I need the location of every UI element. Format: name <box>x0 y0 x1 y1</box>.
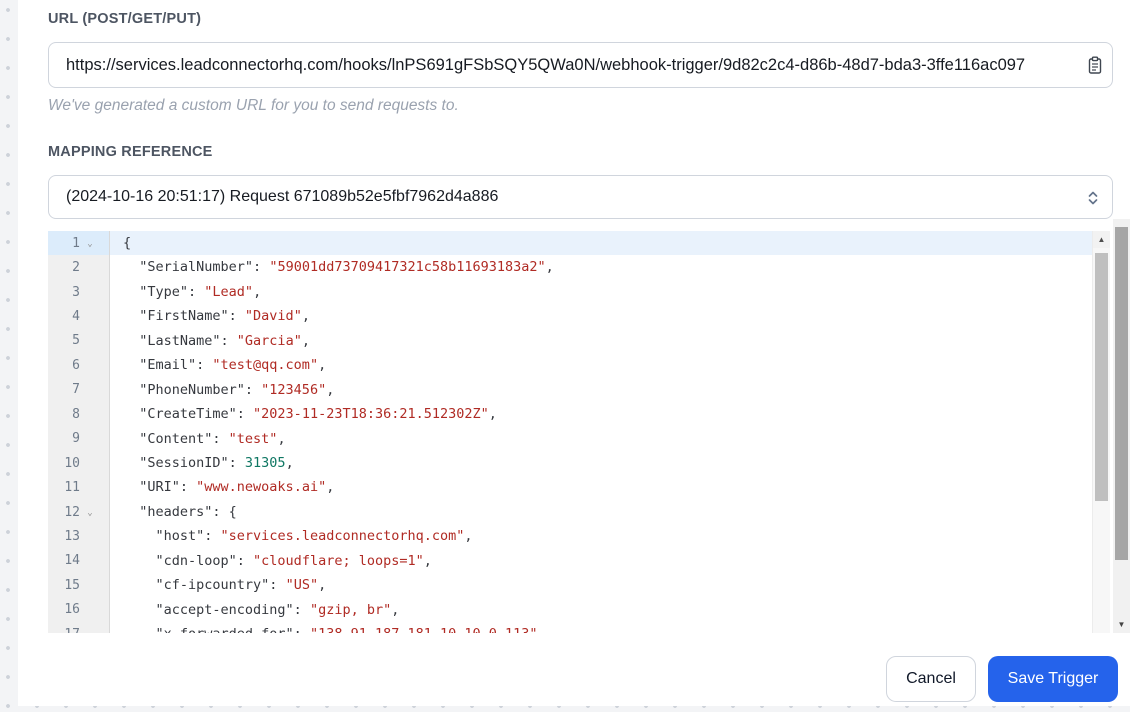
code-line[interactable]: "URI": "www.newoaks.ai", <box>110 475 1092 499</box>
code-line[interactable]: "Email": "test@qq.com", <box>110 353 1092 377</box>
editor-gutter: 1⌄ 2 3 4 5 6 7 8 9 10 11 12⌄ 13 14 15 16 17 <box>48 231 110 633</box>
line-number: 6 <box>72 357 80 373</box>
webhook-trigger-panel: URL (POST/GET/PUT) We've generated a cus… <box>18 0 1130 706</box>
copy-url-icon[interactable] <box>1085 55 1105 75</box>
scroll-down-arrow-icon[interactable]: ▼ <box>1113 616 1130 633</box>
editor-scrollbar[interactable]: ▲ <box>1092 231 1110 633</box>
line-number: 14 <box>64 553 80 569</box>
line-number: 7 <box>72 382 80 398</box>
line-number: 11 <box>64 480 80 496</box>
code-line[interactable]: { <box>110 231 1092 256</box>
code-line[interactable]: "headers": { <box>110 500 1092 524</box>
webhook-url-input[interactable] <box>48 42 1113 88</box>
panel-scrollbar-thumb[interactable] <box>1115 227 1128 560</box>
line-number: 10 <box>64 455 80 471</box>
line-number: 15 <box>64 577 80 593</box>
clipboard-icon <box>1088 56 1102 74</box>
panel-scrollbar[interactable]: ▼ <box>1113 219 1130 633</box>
line-number: 2 <box>72 260 80 276</box>
line-number: 5 <box>72 333 80 349</box>
line-number: 9 <box>72 431 80 447</box>
url-helper-text: We've generated a custom URL for you to … <box>48 97 459 114</box>
code-line[interactable]: "cf-ipcountry": "US", <box>110 573 1092 597</box>
mapping-reference-label: MAPPING REFERENCE <box>48 144 213 160</box>
save-trigger-button[interactable]: Save Trigger <box>988 656 1118 702</box>
line-number: 13 <box>64 528 80 544</box>
code-line[interactable]: "host": "services.leadconnectorhq.com", <box>110 524 1092 548</box>
mapping-reference-select[interactable]: (2024-10-16 20:51:17) Request 671089b52e… <box>48 175 1113 219</box>
line-number: 17 <box>48 622 109 633</box>
code-line[interactable]: "x-forwarded-for": "138.91.187.181,10.10… <box>110 622 1092 633</box>
code-line[interactable]: "CreateTime": "2023-11-23T18:36:21.51230… <box>110 402 1092 426</box>
json-code-editor[interactable]: 1⌄ 2 3 4 5 6 7 8 9 10 11 12⌄ 13 14 15 16 17 { "SerialNum… <box>48 231 1110 633</box>
code-line[interactable]: "PhoneNumber": "123456", <box>110 378 1092 402</box>
line-number: 1 ⌄ <box>48 231 109 256</box>
code-line[interactable]: "cdn-loop": "cloudflare; loops=1", <box>110 549 1092 573</box>
code-line[interactable]: "Content": "test", <box>110 427 1092 451</box>
code-line[interactable]: "LastName": "Garcia", <box>110 329 1092 353</box>
url-field-wrapper <box>48 42 1113 88</box>
fold-arrow-icon[interactable]: ⌄ <box>80 508 100 518</box>
code-line[interactable]: "SerialNumber": "59001dd73709417321c58b1… <box>110 255 1092 279</box>
scroll-up-arrow-icon[interactable]: ▲ <box>1093 231 1110 248</box>
editor-scrollbar-thumb[interactable] <box>1095 253 1108 501</box>
fold-arrow-icon[interactable]: ⌄ <box>80 239 100 249</box>
code-line[interactable]: "Type": "Lead", <box>110 280 1092 304</box>
code-line[interactable]: "accept-encoding": "gzip, br", <box>110 598 1092 622</box>
mapping-reference-selected-value: (2024-10-16 20:51:17) Request 671089b52e… <box>66 188 499 205</box>
line-number: 16 <box>64 602 80 618</box>
chevron-up-down-icon <box>1086 188 1100 213</box>
url-label: URL (POST/GET/PUT) <box>48 11 202 27</box>
code-line[interactable]: "FirstName": "David", <box>110 304 1092 328</box>
line-number: 4 <box>72 309 80 325</box>
line-number: 8 <box>72 406 80 422</box>
line-number: 12 ⌄ <box>48 500 109 524</box>
cancel-button[interactable]: Cancel <box>886 656 976 702</box>
line-number: 3 <box>72 284 80 300</box>
editor-code[interactable]: { "SerialNumber": "59001dd73709417321c58… <box>110 231 1092 633</box>
code-line[interactable]: "SessionID": 31305, <box>110 451 1092 475</box>
